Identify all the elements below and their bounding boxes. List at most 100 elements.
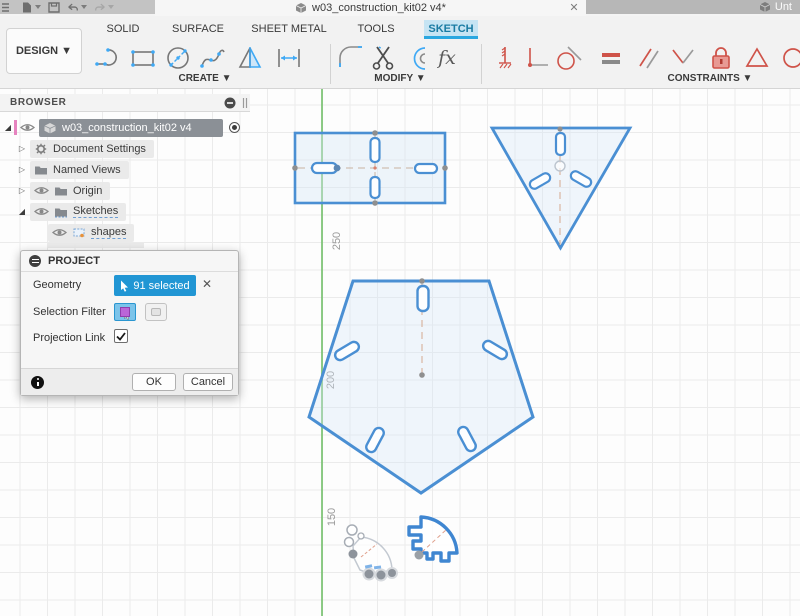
unconstrained-sketch-cluster[interactable]	[343, 524, 399, 582]
equal-constraint-tool[interactable]	[596, 42, 626, 74]
document-tab-secondary[interactable]: Unt	[586, 0, 800, 14]
perpendicular-constraint-tool[interactable]	[522, 42, 552, 74]
window-toolbar	[0, 0, 155, 14]
expand-arrow-icon[interactable]	[16, 165, 28, 174]
document-tab-active[interactable]: w03_construction_kit02 v4*	[155, 0, 586, 16]
undo-caret-icon[interactable]	[81, 5, 87, 9]
browser-item-label: Named Views	[53, 163, 121, 176]
document-tab-title: w03_construction_kit02 v4*	[312, 2, 446, 14]
design-workspace-menu[interactable]: DESIGN ▼	[6, 28, 82, 74]
triangle-plate-sketch[interactable]	[489, 126, 633, 251]
sketch-icon	[73, 228, 85, 237]
project-dialog: PROJECT Geometry 91 selected ✕ Selection…	[20, 250, 239, 396]
projection-link-label: Projection Link	[33, 332, 106, 344]
ribbon-toolbar: DESIGN ▼ SOLID SURFACE SHEET METAL TOOLS…	[0, 16, 800, 89]
new-file-caret-icon[interactable]	[35, 5, 41, 9]
cursor-icon	[121, 280, 129, 292]
folder-icon	[55, 208, 67, 217]
concentric-constraint-tool[interactable]	[778, 42, 800, 74]
coincident-constraint-tool[interactable]	[490, 42, 520, 74]
root-component-chip[interactable]: w03_construction_kit02 v4	[39, 118, 223, 137]
rectangle-tool[interactable]	[128, 42, 158, 74]
offset-tool[interactable]	[400, 42, 430, 74]
browser-row-origin[interactable]: Origin	[0, 180, 256, 201]
ok-button[interactable]: OK	[132, 373, 176, 391]
browser-row-named-views[interactable]: Named Views	[0, 159, 256, 180]
dialog-grip-icon[interactable]	[29, 255, 41, 267]
browser-row-document-settings[interactable]: Document Settings	[0, 138, 256, 159]
rectangle-plate-sketch[interactable]	[292, 130, 448, 206]
expand-arrow-icon[interactable]	[2, 123, 14, 132]
change-parameters-tool[interactable]: fx	[432, 42, 462, 74]
constraints-group-label[interactable]: CONSTRAINTS ▼	[640, 73, 780, 84]
browser-row-partial[interactable]	[0, 243, 256, 248]
expand-arrow-icon[interactable]	[16, 186, 28, 195]
mirror-tool[interactable]	[235, 42, 265, 74]
browser-header: BROWSER	[0, 94, 250, 112]
expand-arrow-icon[interactable]	[16, 144, 28, 153]
body-select-icon	[119, 307, 130, 317]
pentagon-plate-sketch[interactable]	[307, 278, 535, 495]
tab-solid[interactable]: SOLID	[100, 20, 146, 37]
sketch-dimension-tool[interactable]	[274, 42, 304, 74]
visibility-eye-icon[interactable]	[20, 122, 35, 133]
tab-sheet-metal[interactable]: SHEET METAL	[250, 20, 328, 37]
panel-grip-icon[interactable]	[242, 97, 248, 109]
save-icon[interactable]	[48, 1, 60, 13]
gear-icon	[35, 143, 47, 154]
browser-title: BROWSER	[10, 97, 67, 108]
tab-close-button[interactable]: ✕	[566, 0, 582, 15]
secondary-tab-title: Unt	[774, 1, 792, 13]
active-component-bar	[14, 120, 17, 135]
project-dialog-header[interactable]: PROJECT	[21, 251, 238, 272]
circle-tool[interactable]	[163, 42, 193, 74]
browser-row-sketches[interactable]: Sketches	[0, 201, 256, 222]
tab-tools[interactable]: TOOLS	[352, 20, 400, 37]
browser-item-label: Origin	[73, 184, 103, 197]
two-point-arc-tool[interactable]	[93, 42, 123, 74]
filter-bodies-toggle-active[interactable]	[114, 303, 136, 321]
menu-icon[interactable]	[2, 2, 14, 13]
trim-tool[interactable]	[368, 42, 398, 74]
parallel-constraint-tool[interactable]	[634, 42, 664, 74]
create-group-label[interactable]: CREATE ▼	[150, 73, 260, 84]
filter-faces-toggle[interactable]	[145, 303, 167, 321]
browser-item-label: Sketches	[73, 205, 119, 218]
new-file-icon[interactable]	[21, 2, 33, 13]
visibility-eye-icon[interactable]	[34, 185, 49, 196]
cancel-button[interactable]: Cancel	[183, 373, 233, 391]
clear-selection-button[interactable]: ✕	[202, 277, 212, 291]
visibility-eye-icon[interactable]	[52, 227, 67, 238]
browser-row-shapes[interactable]: shapes	[0, 222, 256, 243]
sketch-tab-underline	[424, 36, 478, 39]
redo-caret-icon[interactable]	[108, 5, 114, 9]
face-select-icon	[151, 308, 161, 316]
modify-group-label[interactable]: MODIFY ▼	[348, 73, 452, 84]
folder-icon	[55, 187, 67, 195]
spline-tool[interactable]	[198, 42, 228, 74]
tangent-constraint-tool[interactable]	[554, 42, 584, 74]
activate-component-radio[interactable]	[229, 122, 240, 133]
collapse-panel-icon[interactable]	[224, 97, 236, 109]
fillet-tool[interactable]	[336, 42, 366, 74]
info-icon[interactable]	[31, 375, 44, 389]
projection-link-checkbox[interactable]	[114, 329, 128, 343]
browser-item-label: Document Settings	[53, 142, 146, 155]
document-cube-icon	[295, 3, 307, 13]
undo-icon[interactable]	[67, 2, 79, 13]
toolbar-separator	[330, 44, 331, 84]
midpoint-constraint-tool[interactable]	[668, 42, 698, 74]
browser-row-root[interactable]: w03_construction_kit02 v4	[0, 117, 256, 138]
geometry-selection-chip[interactable]: 91 selected	[114, 275, 196, 296]
redo-icon[interactable]	[94, 2, 106, 13]
fix-constraint-tool[interactable]	[706, 42, 736, 74]
geometry-label: Geometry	[33, 279, 82, 291]
quarter-gear-sketch[interactable]	[407, 515, 459, 563]
visibility-eye-icon[interactable]	[34, 206, 49, 217]
selection-filter-label: Selection Filter	[33, 306, 106, 318]
tab-surface[interactable]: SURFACE	[168, 20, 228, 37]
expand-arrow-icon[interactable]	[16, 207, 28, 216]
tab-sketch[interactable]: SKETCH	[424, 20, 478, 37]
polygon-constraint-tool[interactable]	[742, 42, 772, 74]
component-cube-icon	[44, 122, 56, 133]
